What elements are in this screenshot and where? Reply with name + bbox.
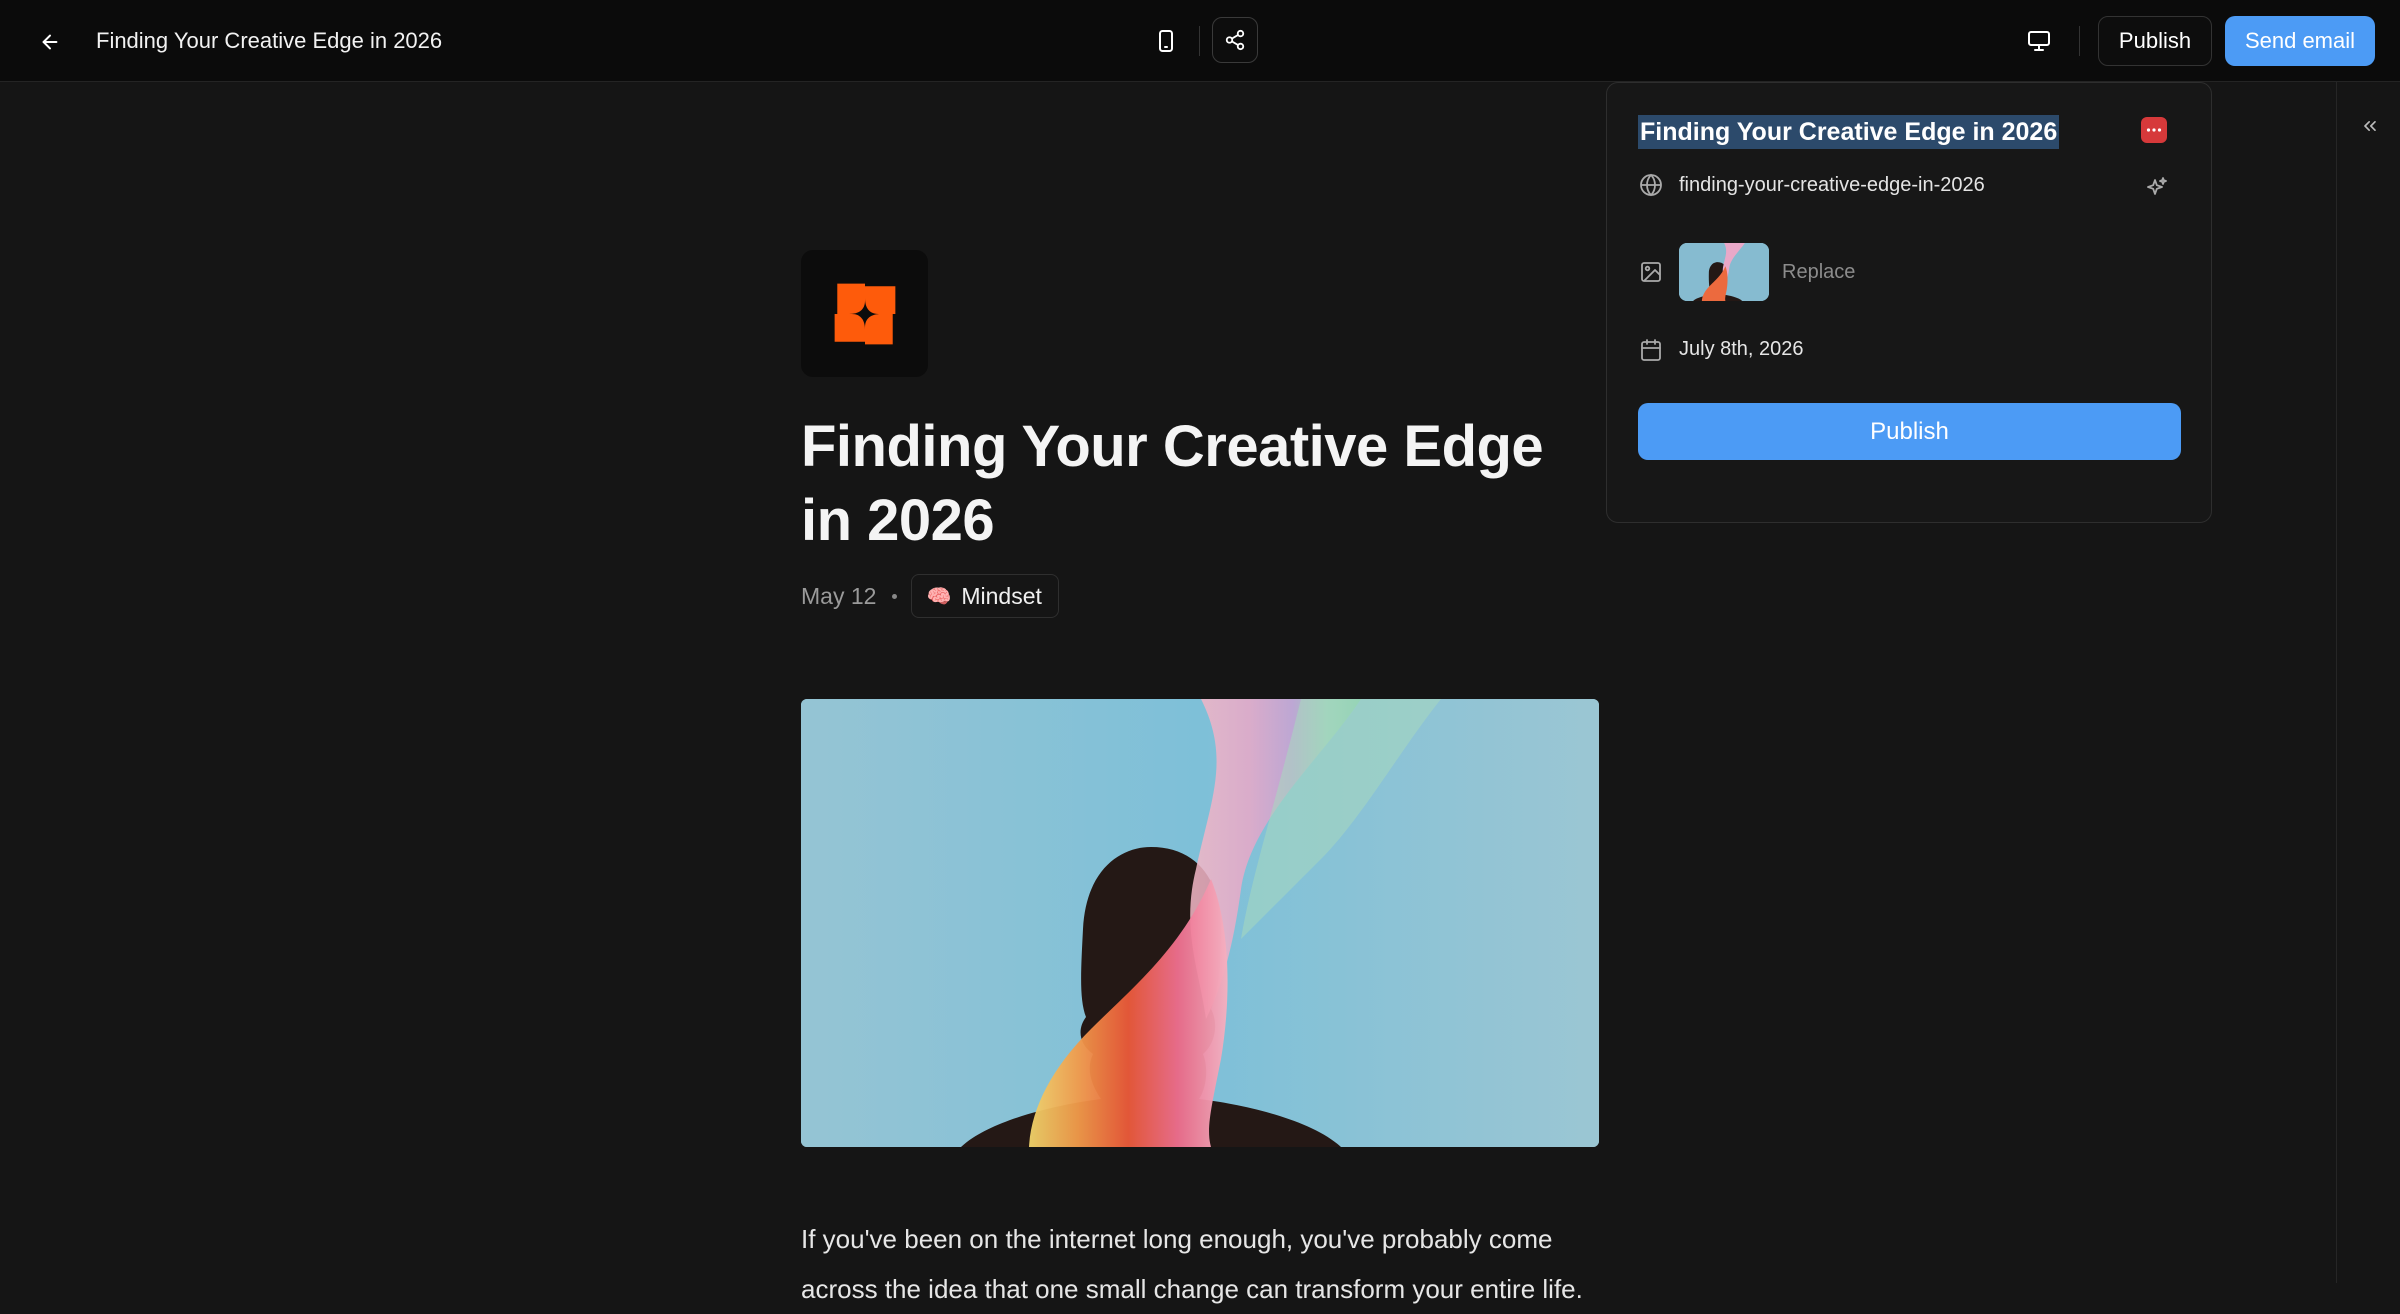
- monitor-icon: [2028, 31, 2050, 51]
- separator-dot: [892, 593, 898, 599]
- replace-image-button[interactable]: Replace: [1782, 261, 1855, 284]
- divider: [2079, 26, 2080, 56]
- more-options-button[interactable]: [2141, 117, 2167, 143]
- brain-icon: 🧠: [926, 585, 952, 608]
- back-button[interactable]: [32, 24, 68, 60]
- share-button[interactable]: [1212, 17, 1258, 63]
- pinwheel-logo-icon: [834, 283, 895, 344]
- sidebar-divider: [2336, 82, 2337, 1283]
- article-body[interactable]: If you've been on the internet long enou…: [801, 1214, 1601, 1314]
- smartphone-icon: [1159, 30, 1173, 52]
- chevrons-left-icon: [2364, 121, 2376, 131]
- thumbnail-illustration: [1679, 243, 1769, 301]
- send-email-button[interactable]: Send email: [2225, 16, 2375, 66]
- body-line: across the idea that one small change ca…: [801, 1274, 1583, 1304]
- image-icon: [1638, 259, 1664, 285]
- divider: [1199, 26, 1200, 56]
- generate-slug-button[interactable]: [2142, 173, 2172, 203]
- post-title-input[interactable]: Finding Your Creative Edge in 2026: [1638, 115, 2060, 149]
- share-icon: [1225, 29, 1245, 51]
- document-title: Finding Your Creative Edge in 2026: [96, 28, 443, 53]
- mobile-preview-button[interactable]: [1148, 22, 1184, 60]
- article-meta: May 12 🧠 Mindset: [801, 574, 1059, 618]
- publish-button[interactable]: Publish: [2098, 16, 2212, 66]
- publish-date-picker[interactable]: July 8th, 2026: [1679, 338, 1804, 361]
- slug-field[interactable]: finding-your-creative-edge-in-2026: [1679, 174, 1985, 197]
- category-tag[interactable]: 🧠 Mindset: [911, 574, 1059, 618]
- cover-image-thumbnail[interactable]: [1679, 243, 1769, 301]
- hero-illustration: [801, 699, 1599, 1147]
- article-title[interactable]: Finding Your Creative Edge in 2026: [801, 410, 1601, 558]
- arrow-left-icon: [42, 34, 58, 50]
- publish-date: May 12: [801, 582, 877, 609]
- category-tag-label: Mindset: [961, 582, 1042, 609]
- post-settings-popover: Finding Your Creative Edge in 2026 findi…: [1606, 82, 2212, 523]
- body-line: If you've been on the internet long enou…: [801, 1224, 1553, 1254]
- expand-sidebar-button[interactable]: [2352, 108, 2388, 144]
- calendar-icon: [1638, 337, 1664, 363]
- desktop-preview-button[interactable]: [2020, 22, 2058, 60]
- hero-image[interactable]: [801, 699, 1599, 1147]
- globe-icon: [1638, 172, 1664, 198]
- sparkles-icon: [2147, 177, 2167, 195]
- confirm-publish-button[interactable]: Publish: [1638, 403, 2181, 460]
- publication-logo: [801, 250, 928, 377]
- ellipsis-icon: [2146, 128, 2162, 132]
- top-bar: Finding Your Creative Edge in 2026 Publi…: [0, 0, 2400, 82]
